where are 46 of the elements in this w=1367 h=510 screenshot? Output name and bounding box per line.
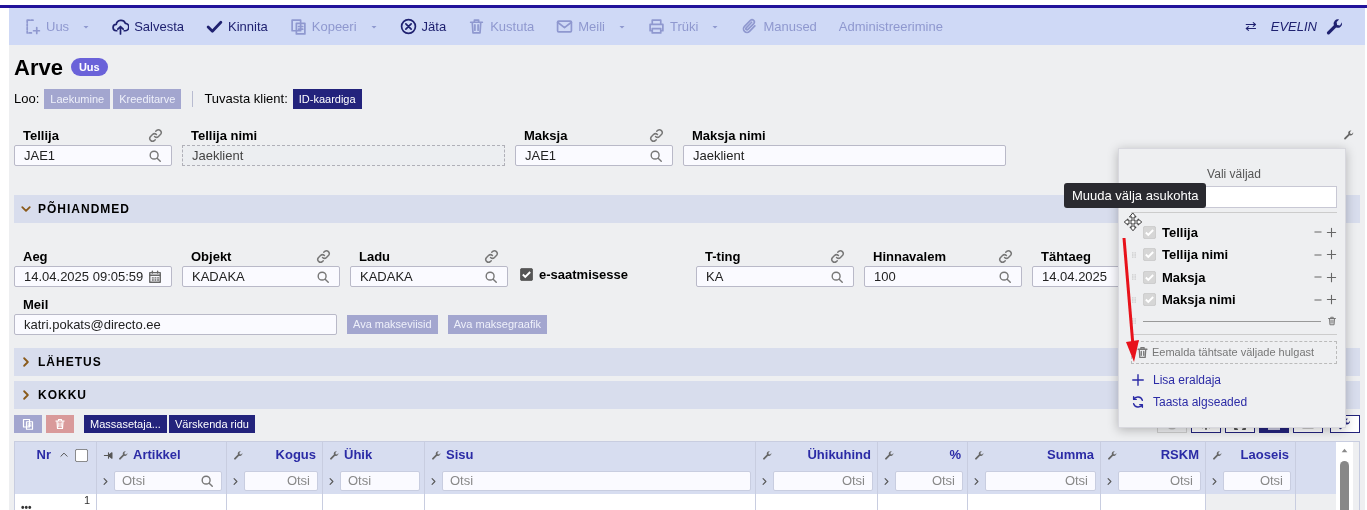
row-menu-icon[interactable]: ••• <box>21 502 32 510</box>
filter-field[interactable]: Otsi <box>114 471 222 491</box>
field-label: Tähtaeg <box>1041 247 1091 266</box>
input-field[interactable]: JAE1 <box>515 145 673 166</box>
action-button[interactable]: Värskenda ridu <box>168 415 255 433</box>
field-label: Objekt <box>191 247 232 266</box>
verify-label: Tuvasta klient: <box>204 90 288 109</box>
status-badge: Uus <box>70 57 108 77</box>
checkbox-label: e-saatmisesse <box>539 265 628 284</box>
filter-field[interactable]: Otsi <box>442 471 751 491</box>
create-label: Loo: <box>14 90 40 109</box>
input-field[interactable]: 14.04.2025 09:05:59 <box>14 266 172 287</box>
field-label: T-ting <box>705 247 741 266</box>
input-field[interactable]: katri.pokats@directo.ee <box>14 314 337 335</box>
action-button[interactable]: ID-kaardiga <box>292 89 362 109</box>
tooltip: Muuda välja asukohta <box>1064 183 1207 208</box>
field-label: Tellija <box>23 126 59 145</box>
field-label: Hinnavalem <box>873 247 946 266</box>
field-label: Maksja <box>524 126 568 145</box>
input-field[interactable]: 100 <box>864 266 1022 287</box>
user-name[interactable]: EVELIN <box>1270 16 1317 37</box>
page-title: Arve <box>14 53 63 82</box>
input-field[interactable]: Jaeklient <box>683 145 1006 166</box>
field-label: Meil <box>23 295 49 314</box>
field-label: Maksja nimi <box>692 126 766 145</box>
field-name: Tellija nimi <box>1162 246 1230 264</box>
input-field[interactable]: Jaeklient <box>182 145 505 166</box>
field-name: Maksja <box>1162 268 1207 287</box>
filter-field[interactable]: Otsi <box>340 471 420 491</box>
input-field[interactable]: KADAKA <box>182 266 340 287</box>
field-label: Ladu <box>359 247 391 266</box>
input-field[interactable]: KA <box>696 266 854 287</box>
field-name: Maksja nimi <box>1162 291 1237 309</box>
toolbar-button[interactable]: Kinnita <box>199 12 275 41</box>
swap-icon[interactable]: ⇄ <box>1244 16 1257 37</box>
field-label: Aeg <box>23 247 48 266</box>
toolbar-button[interactable]: Salvesta <box>105 12 191 41</box>
action-button[interactable]: Massasetaja... <box>84 415 167 433</box>
reset-link[interactable]: Taasta algseaded <box>1131 393 1248 411</box>
toolbar-button[interactable]: Jäta <box>392 12 454 41</box>
input-field[interactable]: JAE1 <box>14 145 172 166</box>
panel-title: Vali väljad <box>1206 166 1262 183</box>
field-name: Tellija <box>1162 223 1199 242</box>
input-field[interactable]: KADAKA <box>350 266 508 287</box>
field-label: Tellija nimi <box>191 126 258 145</box>
row-number: 1 <box>83 494 90 506</box>
